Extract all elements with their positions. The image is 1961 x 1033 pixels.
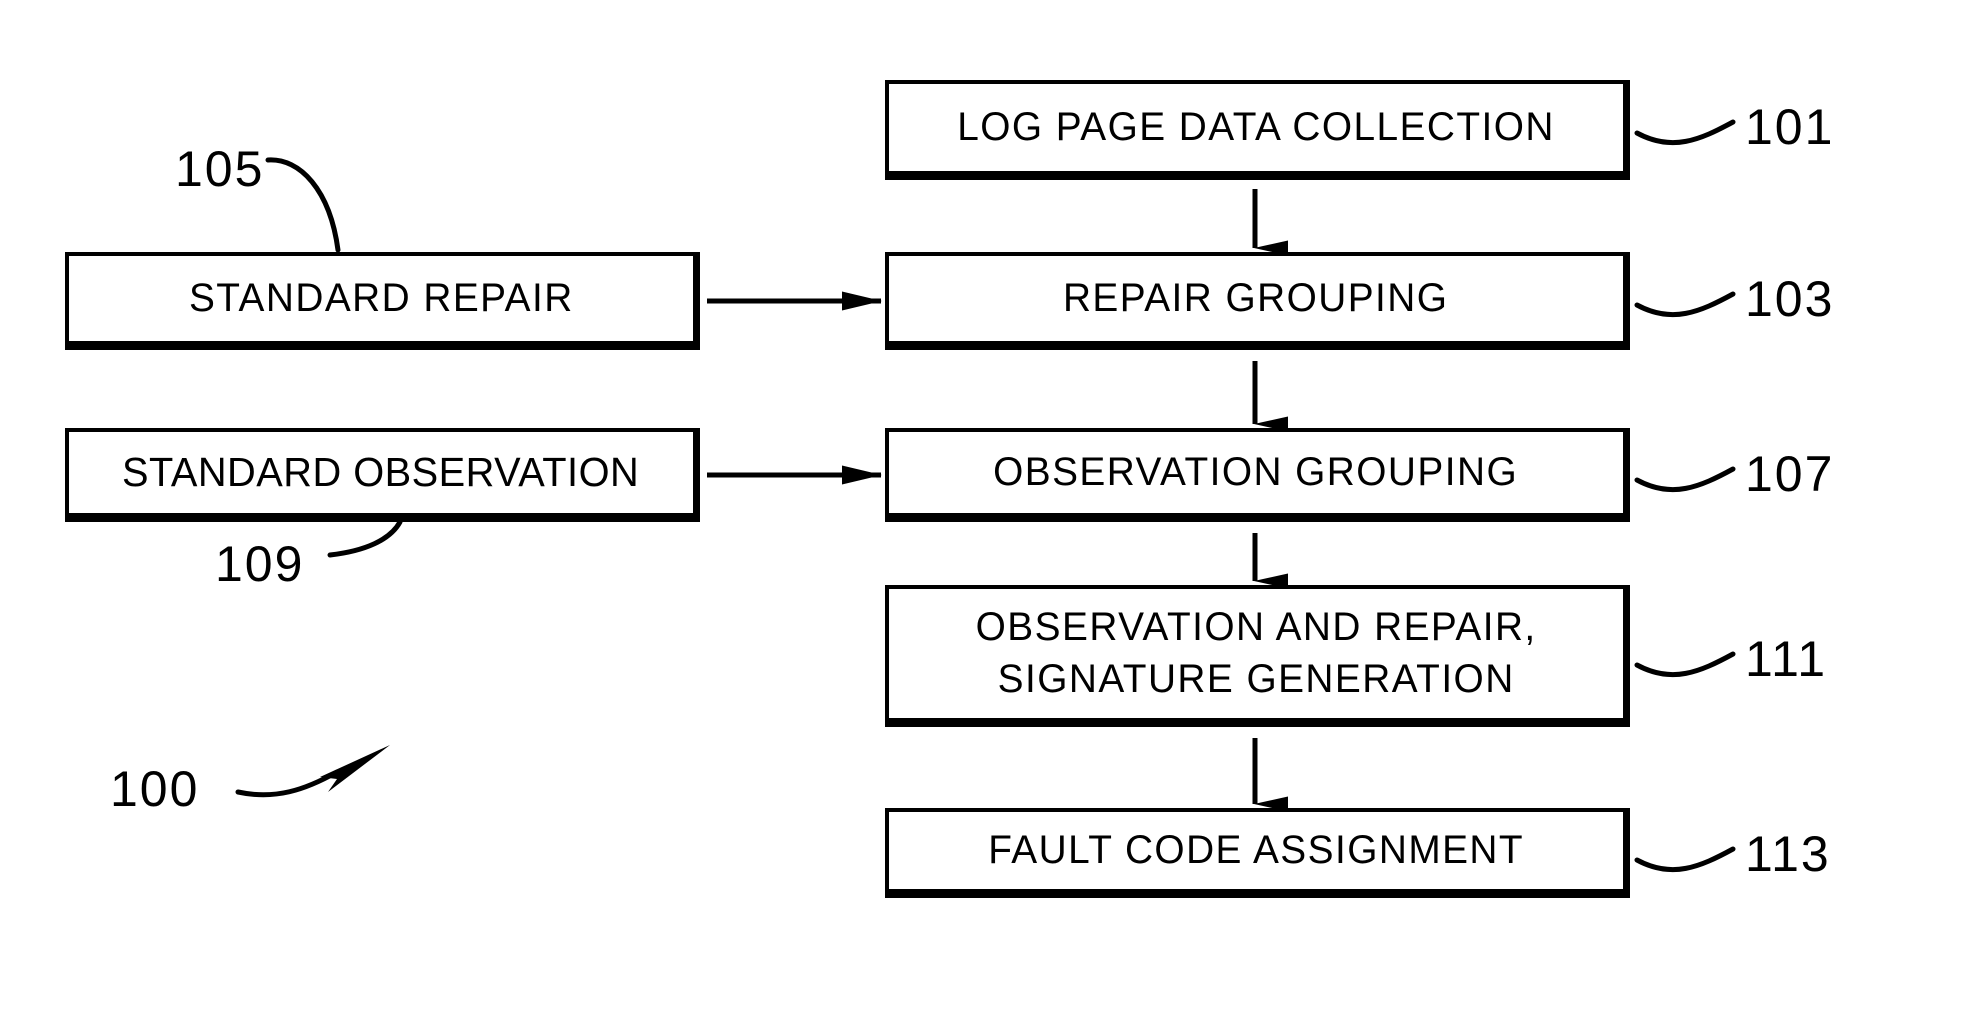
leader-100 (235, 769, 340, 798)
box-label: STANDARD OBSERVATION (122, 449, 640, 496)
leader-109 (327, 519, 403, 558)
reference-numeral-101: 101 (1745, 99, 1835, 155)
designator-arrowhead (320, 745, 390, 792)
process-box-observation-grouping[interactable]: OBSERVATION GROUPING (885, 428, 1630, 522)
reference-numeral-111: 111 (1745, 631, 1828, 687)
box-label: STANDARD REPAIR (188, 275, 574, 320)
leader-101 (1634, 119, 1736, 146)
reference-numeral-109: 109 (215, 536, 305, 592)
box-label: OBSERVATION GROUPING (993, 449, 1519, 494)
leader-111 (1634, 651, 1736, 678)
leader-113 (1634, 846, 1736, 873)
box-label: LOG PAGE DATA COLLECTION (957, 104, 1555, 149)
process-box-standard-repair[interactable]: STANDARD REPAIR (65, 252, 700, 350)
reference-numeral-103: 103 (1745, 271, 1835, 327)
process-box-signature-generation[interactable]: OBSERVATION AND REPAIR, SIGNATURE GENERA… (885, 585, 1630, 727)
leader-105 (265, 157, 341, 253)
process-box-fault-code-assignment[interactable]: FAULT CODE ASSIGNMENT (885, 808, 1630, 898)
leader-107 (1634, 466, 1736, 493)
reference-numeral-105: 105 (175, 141, 265, 197)
box-label: FAULT CODE ASSIGNMENT (988, 827, 1524, 872)
reference-numeral-107: 107 (1745, 446, 1835, 502)
patent-figure: LOG PAGE DATA COLLECTION STANDARD REPAIR… (0, 0, 1961, 1033)
leader-103 (1634, 291, 1736, 318)
process-box-standard-observation[interactable]: STANDARD OBSERVATION (65, 428, 700, 522)
process-box-repair-grouping[interactable]: REPAIR GROUPING (885, 252, 1630, 350)
reference-numeral-113: 113 (1745, 826, 1831, 882)
process-box-log-page-data-collection[interactable]: LOG PAGE DATA COLLECTION (885, 80, 1630, 180)
box-label: OBSERVATION AND REPAIR, SIGNATURE GENERA… (975, 605, 1537, 701)
reference-numeral-100: 100 (110, 761, 200, 817)
box-label: REPAIR GROUPING (1063, 275, 1449, 320)
